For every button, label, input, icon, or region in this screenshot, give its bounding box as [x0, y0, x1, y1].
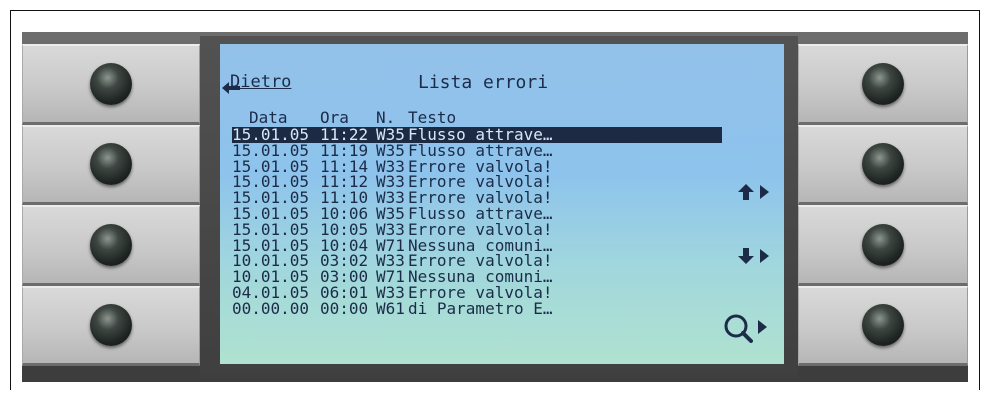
row-date: 00.00.00 — [232, 298, 310, 318]
back-button[interactable]: Dietro — [230, 72, 291, 92]
row-time: 00:00 — [320, 298, 369, 318]
right-softkey-2[interactable] — [798, 124, 968, 205]
knob-icon — [862, 143, 904, 186]
column-header-code: N. — [376, 108, 396, 127]
knob-icon — [862, 304, 904, 347]
right-softkey-1[interactable] — [798, 44, 968, 125]
knob-icon — [90, 223, 132, 266]
left-softkey-1[interactable] — [22, 44, 200, 125]
right-softkey-4[interactable] — [798, 285, 968, 366]
knob-icon — [90, 304, 132, 347]
left-softkey-4[interactable] — [22, 285, 200, 366]
column-header-text: Testo — [408, 108, 457, 127]
column-header-date: Data — [249, 108, 288, 127]
arrow-down-icon[interactable] — [738, 246, 772, 266]
left-softkeys — [22, 44, 200, 366]
right-softkeys — [798, 44, 968, 366]
arrow-up-icon[interactable] — [738, 182, 772, 202]
column-header-time: Ora — [320, 108, 349, 127]
knob-icon — [90, 62, 132, 105]
knob-icon — [90, 143, 132, 186]
error-list: 15.01.05 11:22 W35 Flusso attrave… 15.01.05… — [232, 127, 722, 317]
left-softkey-2[interactable] — [22, 124, 200, 205]
lcd-screen: Dietro Lista errori Data Ora N. Testo 15… — [220, 44, 784, 364]
left-softkey-3[interactable] — [22, 205, 200, 286]
device-panel: Dietro Lista errori Data Ora N. Testo 15… — [22, 32, 968, 382]
row-code: W61 — [376, 298, 405, 318]
magnifier-icon[interactable] — [722, 312, 772, 346]
table-row[interactable]: 00.00.00 00:00 W61 di Parametro E… — [232, 298, 722, 318]
right-softkey-3[interactable] — [798, 205, 968, 286]
display-bezel: Dietro Lista errori Data Ora N. Testo 15… — [200, 36, 798, 378]
page-title: Lista errori — [418, 72, 549, 93]
knob-icon — [862, 223, 904, 266]
row-text: di Parametro E… — [408, 298, 553, 318]
knob-icon — [862, 62, 904, 105]
